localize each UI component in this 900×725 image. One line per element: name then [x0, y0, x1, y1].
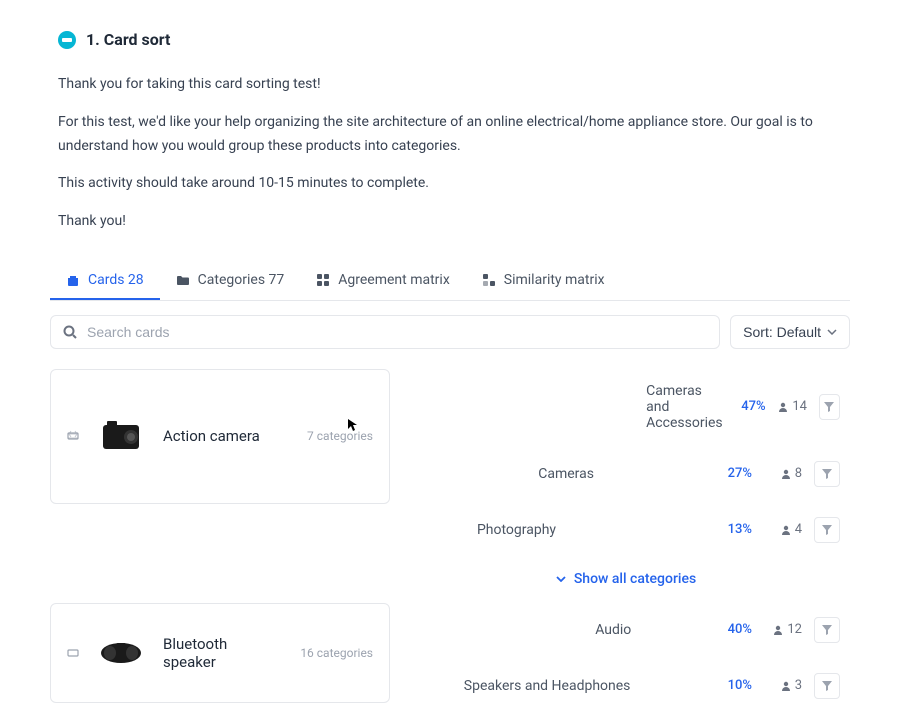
- user-count: 3: [795, 678, 802, 693]
- search-wrap[interactable]: [50, 315, 720, 349]
- category-row[interactable]: Cameras and Accessories 47% 14: [402, 369, 850, 445]
- show-all-label: Show all categories: [574, 571, 696, 587]
- category-name: Cameras: [528, 466, 700, 482]
- category-users: 12: [760, 622, 802, 637]
- cursor-icon: [347, 418, 359, 430]
- folder-icon: [176, 273, 190, 287]
- category-row[interactable]: Photography 13% 4: [402, 503, 850, 557]
- category-name: Photography: [467, 522, 700, 538]
- category-row[interactable]: Cameras 27% 8: [402, 447, 850, 501]
- intro-text: Thank you for taking this card sorting t…: [58, 73, 850, 234]
- category-percent: 47%: [731, 399, 766, 414]
- card-item[interactable]: Action camera 7 categories: [50, 369, 390, 504]
- user-icon: [778, 402, 788, 412]
- tab-categories-label: Categories 77: [198, 272, 285, 288]
- user-icon: [773, 625, 783, 635]
- page-title: 1. Card sort: [86, 30, 170, 49]
- tab-similarity[interactable]: Similarity matrix: [466, 262, 621, 300]
- tab-cards[interactable]: Cards 28: [50, 262, 160, 300]
- category-percent: 13%: [708, 522, 752, 537]
- matrix-icon: [482, 273, 496, 287]
- category-row[interactable]: Speakers and Headphones 10% 3: [402, 659, 850, 713]
- filter-button[interactable]: [814, 617, 840, 643]
- grid-icon: [316, 273, 330, 287]
- user-count: 12: [787, 622, 802, 637]
- intro-p1: Thank you for taking this card sorting t…: [58, 73, 850, 97]
- category-name: Audio: [585, 622, 700, 638]
- filter-button[interactable]: [814, 461, 840, 487]
- chevron-down-icon: [556, 576, 566, 582]
- search-icon: [63, 325, 77, 339]
- category-list: Cameras and Accessories 47% 14 Cameras 2…: [402, 369, 850, 591]
- page-header: 1. Card sort: [58, 30, 850, 49]
- category-name: Cameras and Accessories: [636, 383, 722, 431]
- card-row: Action camera 7 categories Cameras and A…: [50, 369, 850, 591]
- user-count: 14: [792, 399, 807, 414]
- user-count: 8: [795, 466, 802, 481]
- tab-similarity-label: Similarity matrix: [504, 272, 605, 288]
- card-sort-icon: [58, 31, 76, 49]
- category-users: 8: [760, 466, 802, 481]
- card-category-count: 7 categories: [307, 429, 373, 443]
- category-percent: 10%: [708, 678, 752, 693]
- category-users: 4: [760, 522, 802, 537]
- card-thumbnail: [97, 629, 145, 677]
- category-row[interactable]: Audio 40% 12: [402, 603, 850, 657]
- tab-categories[interactable]: Categories 77: [160, 262, 301, 300]
- category-users: 3: [760, 678, 802, 693]
- user-icon: [781, 681, 791, 691]
- toolbar: Sort: Default: [50, 315, 850, 349]
- drag-handle-icon[interactable]: [67, 647, 79, 659]
- intro-p4: Thank you!: [58, 210, 850, 234]
- user-count: 4: [795, 522, 802, 537]
- category-name: Speakers and Headphones: [454, 678, 700, 694]
- card-thumbnail: [97, 412, 145, 460]
- drag-handle-icon[interactable]: [67, 430, 79, 442]
- cards-icon: [66, 273, 80, 287]
- show-all-button[interactable]: Show all categories: [402, 559, 850, 591]
- user-icon: [781, 525, 791, 535]
- tab-agreement-label: Agreement matrix: [338, 272, 450, 288]
- card-row: Bluetooth speaker 16 categories Audio 40…: [50, 603, 850, 713]
- intro-p3: This activity should take around 10-15 m…: [58, 172, 850, 196]
- filter-button[interactable]: [814, 517, 840, 543]
- card-category-count: 16 categories: [300, 646, 373, 660]
- card-item[interactable]: Bluetooth speaker 16 categories: [50, 603, 390, 703]
- chevron-down-icon: [827, 329, 837, 335]
- intro-p2: For this test, we'd like your help organ…: [58, 111, 850, 159]
- search-input[interactable]: [87, 324, 707, 340]
- tabs-bar: Cards 28 Categories 77 Agreement matrix …: [50, 262, 850, 301]
- card-name: Action camera: [163, 427, 289, 445]
- user-icon: [781, 469, 791, 479]
- category-users: 14: [774, 399, 807, 414]
- filter-button[interactable]: [814, 673, 840, 699]
- card-name: Bluetooth speaker: [163, 635, 282, 671]
- category-percent: 27%: [708, 466, 752, 481]
- filter-button[interactable]: [819, 394, 840, 420]
- tab-cards-label: Cards 28: [88, 272, 144, 288]
- tab-agreement[interactable]: Agreement matrix: [300, 262, 466, 300]
- sort-label: Sort: Default: [743, 324, 821, 340]
- category-list: Audio 40% 12 Speakers and Headphones 10%…: [402, 603, 850, 713]
- category-percent: 40%: [708, 622, 752, 637]
- sort-button[interactable]: Sort: Default: [730, 315, 850, 349]
